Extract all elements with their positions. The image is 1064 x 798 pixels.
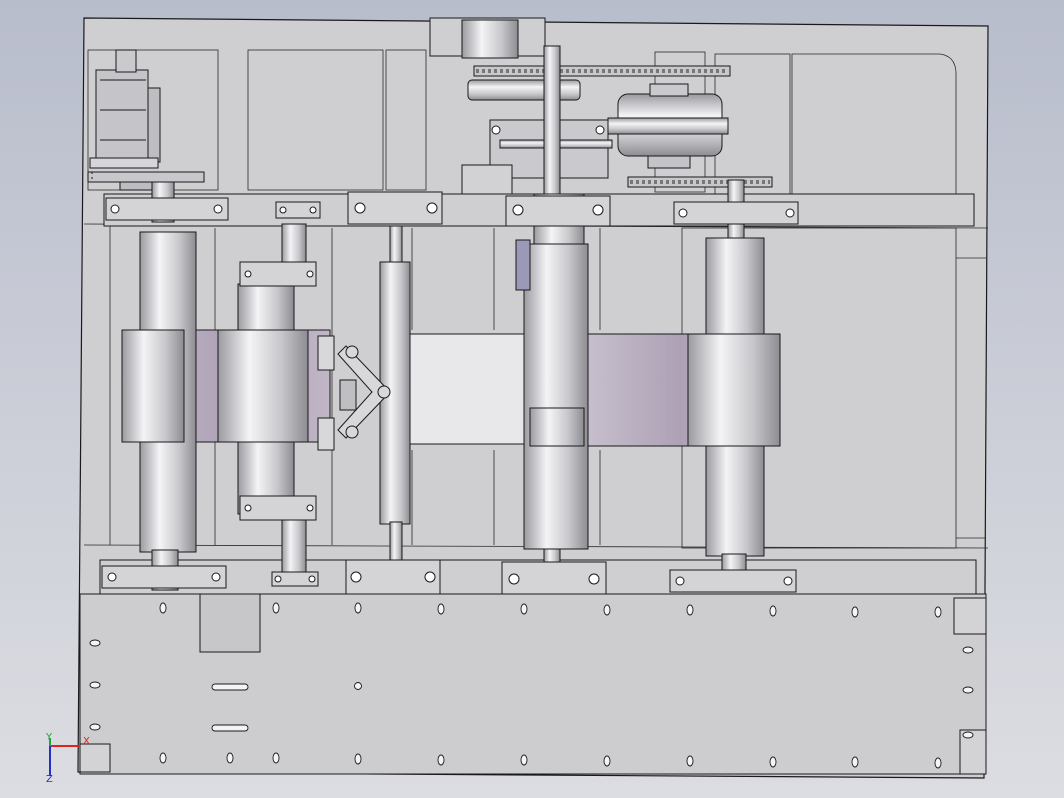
triad-x-label: X [83, 736, 90, 747]
triad-y-label: Y [46, 732, 53, 743]
triad-axes [49, 738, 80, 776]
top-hub [461, 19, 519, 59]
gear-right [627, 176, 773, 188]
conveyor-belt-white [407, 333, 539, 445]
cad-viewport[interactable]: X Y Z [0, 0, 1064, 798]
assembly-drawing [49, 17, 989, 779]
triad-z-label: Z [46, 774, 53, 785]
belt-pulley [607, 83, 729, 169]
